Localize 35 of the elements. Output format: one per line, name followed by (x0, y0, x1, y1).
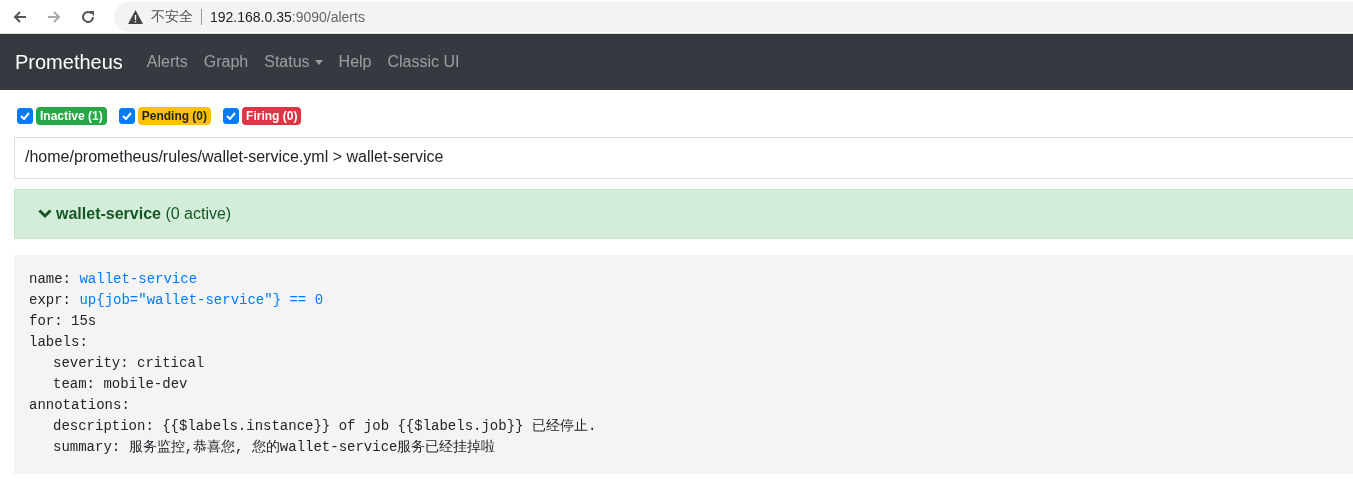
code-line: labels: (29, 333, 89, 352)
url-text: 192.168.0.35:9090/alerts (210, 8, 365, 25)
alert-group-title: wallet-service (0 active) (56, 205, 232, 223)
status-badge: Pending (0) (137, 107, 212, 125)
check-icon (20, 112, 30, 120)
checkbox[interactable] (118, 108, 135, 124)
reload-icon[interactable] (80, 8, 96, 25)
back-icon[interactable] (12, 8, 28, 25)
brand-link[interactable]: Prometheus (15, 50, 123, 74)
nav-link[interactable]: Classic UI (387, 53, 460, 71)
warning-icon (128, 9, 143, 24)
nav-link[interactable]: Status (264, 53, 323, 71)
nav-link[interactable]: Graph (203, 53, 249, 71)
code-line: team: mobile-dev (52, 375, 189, 394)
check-icon (226, 112, 237, 120)
nav-link[interactable]: Alerts (146, 53, 188, 71)
security-label: 不安全 (151, 7, 193, 26)
nav-link[interactable]: Help (338, 53, 372, 71)
chevron-icon[interactable] (38, 209, 52, 219)
code-line: annotations: (29, 396, 131, 415)
address-bar[interactable]: 不安全 192.168.0.35:9090/alerts (114, 1, 1353, 32)
code-line: description: {{$labels.instance}} of job {{$labels.job}} 已经停止. (52, 417, 598, 436)
checkbox[interactable] (17, 108, 33, 124)
checkbox[interactable] (223, 108, 240, 124)
code-line: name: wallet-service (29, 270, 199, 289)
code-line: severity: critical (52, 354, 206, 373)
code-line: summary: 服务监控,恭喜您, 您的wallet-service服务已经挂掉啦 (52, 438, 497, 457)
forward-icon[interactable] (46, 8, 62, 25)
status-badge: Inactive (1) (36, 107, 107, 125)
status-badge: Firing (0) (242, 107, 302, 125)
code-line: for: 15s (29, 312, 98, 331)
rule-file-header: /home/prometheus/rules/wallet-service.yml > wallet-service (14, 137, 1353, 179)
code-line: expr: up{job="wallet-service"} == 0 (29, 291, 325, 310)
alert-group-header[interactable]: wallet-service (0 active) (14, 189, 1353, 239)
check-icon (121, 112, 132, 120)
